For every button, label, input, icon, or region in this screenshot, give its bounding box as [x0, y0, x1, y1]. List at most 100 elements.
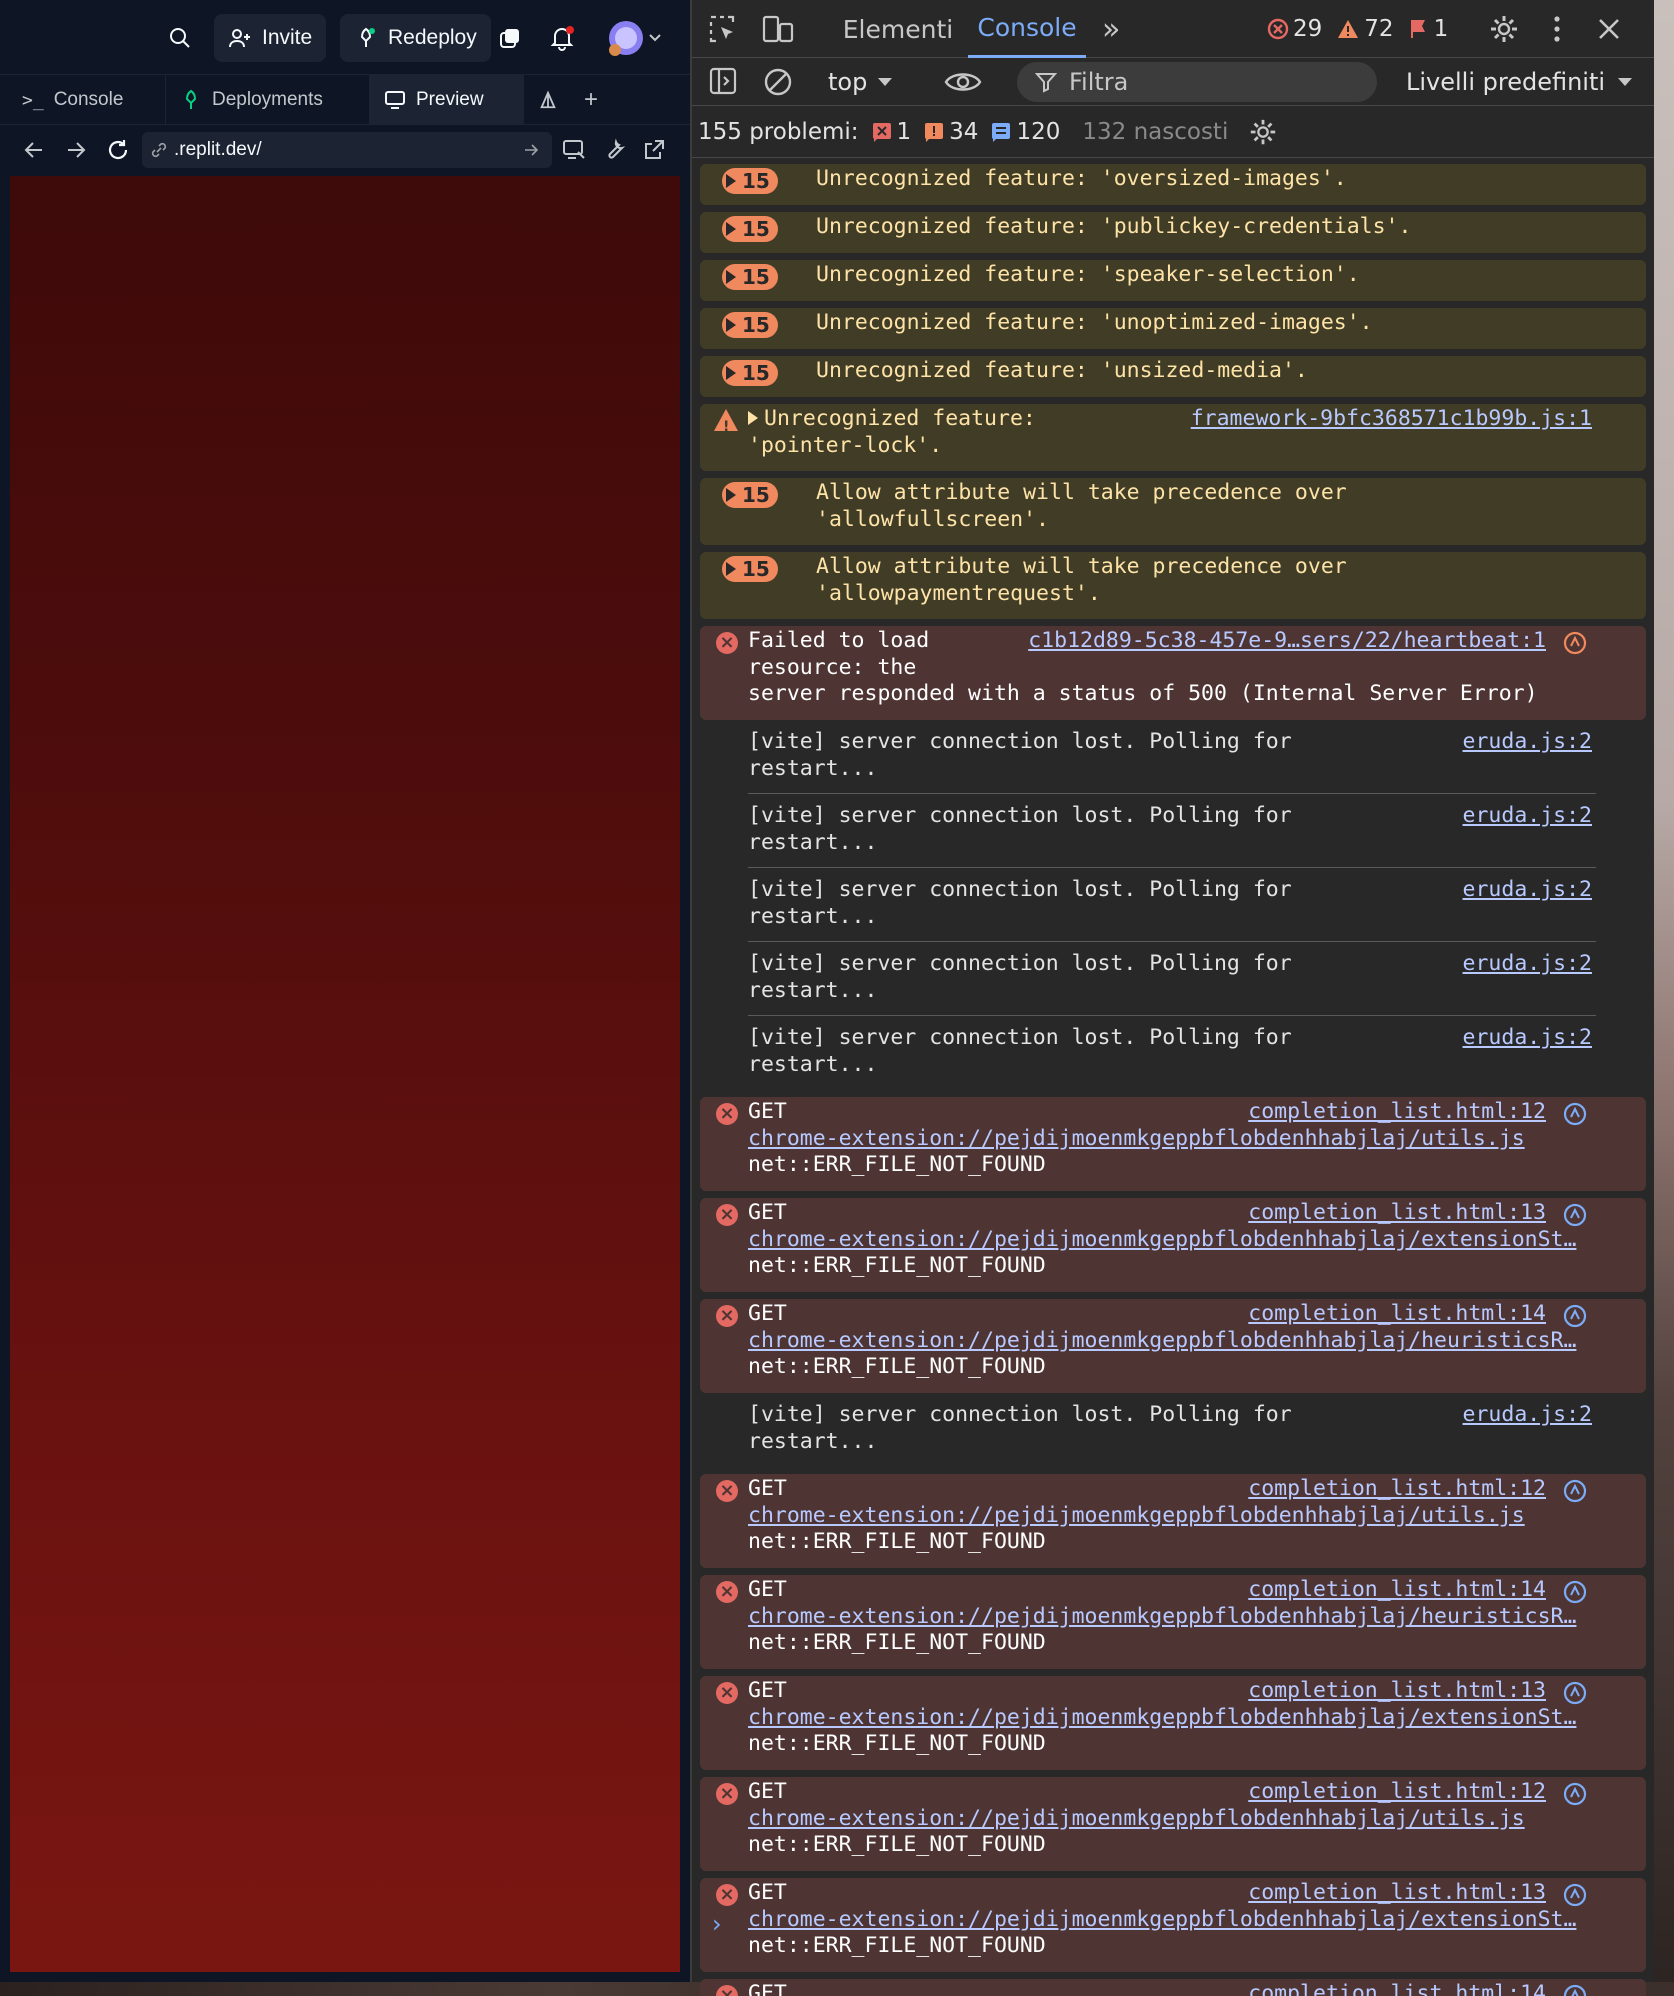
source-link[interactable]: completion_list.html:14 — [1248, 1577, 1546, 1603]
console-error-row[interactable]: ×GETchrome-extension://pejdijmoenmkgeppb… — [700, 1198, 1646, 1292]
repeat-count-badge[interactable]: 15 — [722, 556, 778, 582]
devtools-counts[interactable]: 29 72 1 — [1267, 0, 1448, 58]
console-error-row[interactable]: ×GETchrome-extension://pejdijmoenmkgeppb… — [700, 1474, 1646, 1568]
invite-button[interactable]: Invite — [214, 14, 327, 62]
understand-message-icon[interactable] — [1562, 1101, 1588, 1127]
understand-message-icon[interactable] — [1562, 1781, 1588, 1807]
resource-link[interactable]: chrome-extension://pejdijmoenmkgeppbflob… — [748, 1907, 1576, 1934]
console-error-row[interactable]: ×GETchrome-extension://pejdijmoenmkgeppb… — [700, 1299, 1646, 1393]
console-log-row[interactable]: [vite] server connection lost. Polling f… — [700, 1023, 1646, 1090]
message-text[interactable]: Unrecognized feature: 'speaker-selection… — [816, 262, 1360, 289]
console-warning-row[interactable]: Unrecognized feature:'pointer-lock'. fram… — [700, 404, 1646, 471]
message-text[interactable]: [vite] server connection lost. Polling f… — [748, 951, 1292, 1004]
resource-link[interactable]: chrome-extension://pejdijmoenmkgeppbflob… — [748, 1126, 1525, 1153]
tab-extra[interactable] — [524, 75, 572, 125]
url-field[interactable]: .replit.dev/ — [142, 132, 552, 168]
inspect-element-icon[interactable] — [708, 14, 738, 44]
resource-link[interactable]: chrome-extension://pejdijmoenmkgeppbflob… — [748, 1705, 1576, 1732]
message-text[interactable]: Unrecognized feature: 'unoptimized-image… — [816, 310, 1373, 337]
console-log-row[interactable]: [vite] server connection lost. Polling f… — [700, 1400, 1646, 1467]
console-warning-row[interactable]: 15 Unrecognized feature: 'speaker-selecti… — [700, 260, 1646, 301]
console-error-row[interactable]: ×GETchrome-extension://pejdijmoenmkgeppb… — [700, 1097, 1646, 1191]
message-text[interactable]: [vite] server connection lost. Polling f… — [748, 877, 1292, 930]
wrench-icon[interactable] — [602, 138, 626, 162]
message-text[interactable]: Unrecognized feature:'pointer-lock'. — [748, 406, 1036, 459]
source-link[interactable]: eruda.js:2 — [1463, 877, 1592, 903]
eye-icon[interactable] — [944, 68, 982, 96]
clear-console-icon[interactable] — [762, 66, 794, 98]
console-log-row[interactable]: [vite] server connection lost. Polling f… — [700, 727, 1646, 794]
resource-link[interactable]: chrome-extension://pejdijmoenmkgeppbflob… — [748, 1806, 1525, 1833]
understand-message-icon[interactable] — [1562, 1579, 1588, 1605]
notifications-button[interactable] — [538, 14, 586, 62]
message-text[interactable]: [vite] server connection lost. Polling f… — [748, 729, 1292, 782]
console-error-row[interactable]: ×GETchrome-extension://pejdijmoenmkgeppb… — [700, 1676, 1646, 1770]
source-link[interactable]: completion_list.html:14 — [1248, 1301, 1546, 1327]
message-text[interactable]: [vite] server connection lost. Polling f… — [748, 1025, 1292, 1078]
issues-warning-badge[interactable]: 34 — [923, 119, 978, 145]
go-arrow-icon[interactable] — [524, 143, 540, 157]
source-link[interactable]: completion_list.html:13 — [1248, 1200, 1546, 1226]
tab-deployments[interactable]: Deployments — [166, 75, 370, 125]
more-tabs-button[interactable]: » — [1102, 0, 1132, 58]
source-link[interactable]: completion_list.html:13 — [1248, 1880, 1546, 1906]
gear-icon[interactable] — [1488, 13, 1520, 45]
issues-info-badge[interactable]: 120 — [990, 119, 1060, 145]
tab-console[interactable]: >_ Console — [8, 75, 166, 125]
understand-message-icon[interactable] — [1562, 1882, 1588, 1908]
sidebar-toggle-icon[interactable] — [708, 66, 738, 96]
external-link-icon[interactable] — [642, 138, 666, 162]
console-error-row[interactable]: ×GETchrome-extension://pejdijmoenmkgeppb… — [700, 1575, 1646, 1669]
issues-error-badge[interactable]: 1 — [871, 119, 911, 145]
search-button[interactable] — [156, 14, 204, 62]
reload-icon[interactable] — [106, 138, 130, 162]
source-link[interactable]: completion_list.html:14 — [1248, 1981, 1546, 1996]
devtools-icon[interactable] — [562, 138, 588, 162]
source-link[interactable]: completion_list.html:12 — [1248, 1476, 1546, 1502]
resource-link[interactable]: chrome-extension://pejdijmoenmkgeppbflob… — [748, 1604, 1576, 1631]
source-link[interactable]: completion_list.html:12 — [1248, 1779, 1546, 1805]
console-log-row[interactable]: [vite] server connection lost. Polling f… — [700, 949, 1646, 1016]
forward-icon[interactable] — [64, 139, 88, 161]
console-warning-row[interactable]: 15 Unrecognized feature: 'oversized-image… — [700, 164, 1646, 205]
source-link[interactable]: eruda.js:2 — [1463, 1402, 1592, 1428]
source-link[interactable]: completion_list.html:12 — [1248, 1099, 1546, 1125]
tab-console[interactable]: Console — [968, 0, 1086, 58]
understand-message-icon[interactable] — [1562, 1680, 1588, 1706]
back-icon[interactable] — [22, 139, 46, 161]
repeat-count-badge[interactable]: 15 — [722, 360, 778, 386]
resource-link[interactable]: chrome-extension://pejdijmoenmkgeppbflob… — [748, 1503, 1525, 1530]
new-tab-button[interactable]: + — [570, 75, 614, 125]
understand-message-icon[interactable] — [1562, 1478, 1588, 1504]
gear-icon[interactable] — [1248, 117, 1278, 147]
issues-hidden[interactable]: 132 nascosti — [1082, 119, 1228, 145]
understand-message-icon[interactable] — [1562, 1202, 1588, 1228]
console-prompt[interactable]: › — [712, 1910, 722, 1938]
repeat-count-badge[interactable]: 15 — [722, 264, 778, 290]
source-link[interactable]: eruda.js:2 — [1463, 951, 1592, 977]
repeat-count-badge[interactable]: 15 — [722, 312, 778, 338]
redeploy-button[interactable]: Redeploy — [340, 14, 491, 62]
console-error-row[interactable]: ×GETchrome-extension://pejdijmoenmkgeppb… — [700, 1777, 1646, 1871]
log-levels-dropdown[interactable]: Livelli predefiniti — [1406, 62, 1633, 102]
message-text[interactable]: Allow attribute will take precedence ove… — [816, 480, 1347, 533]
message-text[interactable]: Unrecognized feature: 'publickey-credent… — [816, 214, 1411, 241]
tab-preview[interactable]: Preview — [370, 75, 524, 125]
source-link[interactable]: eruda.js:2 — [1463, 729, 1592, 755]
understand-message-icon[interactable] — [1562, 630, 1588, 656]
expand-arrow-icon[interactable] — [748, 411, 758, 425]
message-text[interactable]: Allow attribute will take precedence ove… — [816, 554, 1347, 607]
repeat-count-badge[interactable]: 15 — [722, 482, 778, 508]
console-warning-row[interactable]: 15 Unrecognized feature: 'unoptimized-ima… — [700, 308, 1646, 349]
copy-button[interactable] — [486, 14, 534, 62]
console-warning-row[interactable]: 15 Unrecognized feature: 'publickey-crede… — [700, 212, 1646, 253]
account-menu[interactable] — [604, 14, 668, 62]
source-link[interactable]: eruda.js:2 — [1463, 803, 1592, 829]
message-text[interactable]: [vite] server connection lost. Polling f… — [748, 803, 1292, 856]
console-log-row[interactable]: [vite] server connection lost. Polling f… — [700, 801, 1646, 868]
message-text[interactable]: Unrecognized feature: 'oversized-images'… — [816, 166, 1347, 193]
repeat-count-badge[interactable]: 15 — [722, 168, 778, 194]
console-warning-row[interactable]: 15 Allow attribute will take precedence o… — [700, 478, 1646, 545]
message-text[interactable]: Unrecognized feature: 'unsized-media'. — [816, 358, 1308, 385]
resource-link[interactable]: chrome-extension://pejdijmoenmkgeppbflob… — [748, 1227, 1576, 1254]
